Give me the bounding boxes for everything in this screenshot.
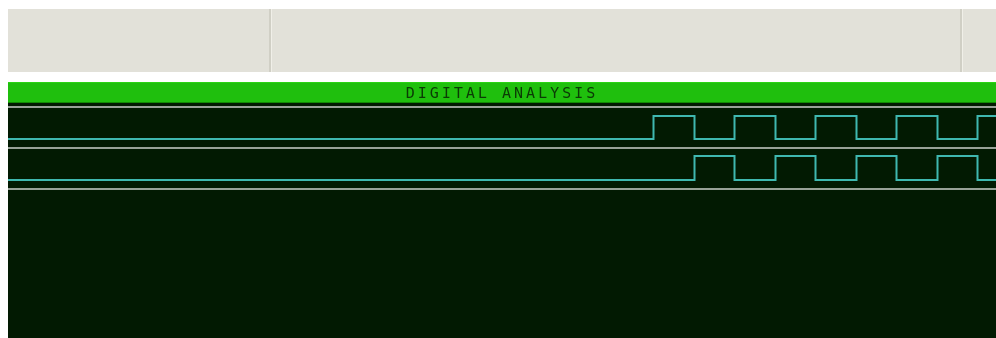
digital-trace-2	[8, 155, 996, 181]
pane-separator	[8, 72, 996, 82]
toolbar-divider	[960, 9, 963, 72]
digital-analysis-window: DIGITAL ANALYSIS	[8, 9, 996, 338]
graph-title: DIGITAL ANALYSIS	[405, 84, 599, 102]
graph-title-bar[interactable]: DIGITAL ANALYSIS	[8, 82, 996, 103]
graph-plot-area[interactable]	[8, 103, 996, 338]
waveform-canvas	[8, 106, 996, 190]
digital-trace-1	[8, 115, 996, 140]
graph-toolbar	[8, 9, 996, 72]
toolbar-divider	[269, 9, 272, 72]
